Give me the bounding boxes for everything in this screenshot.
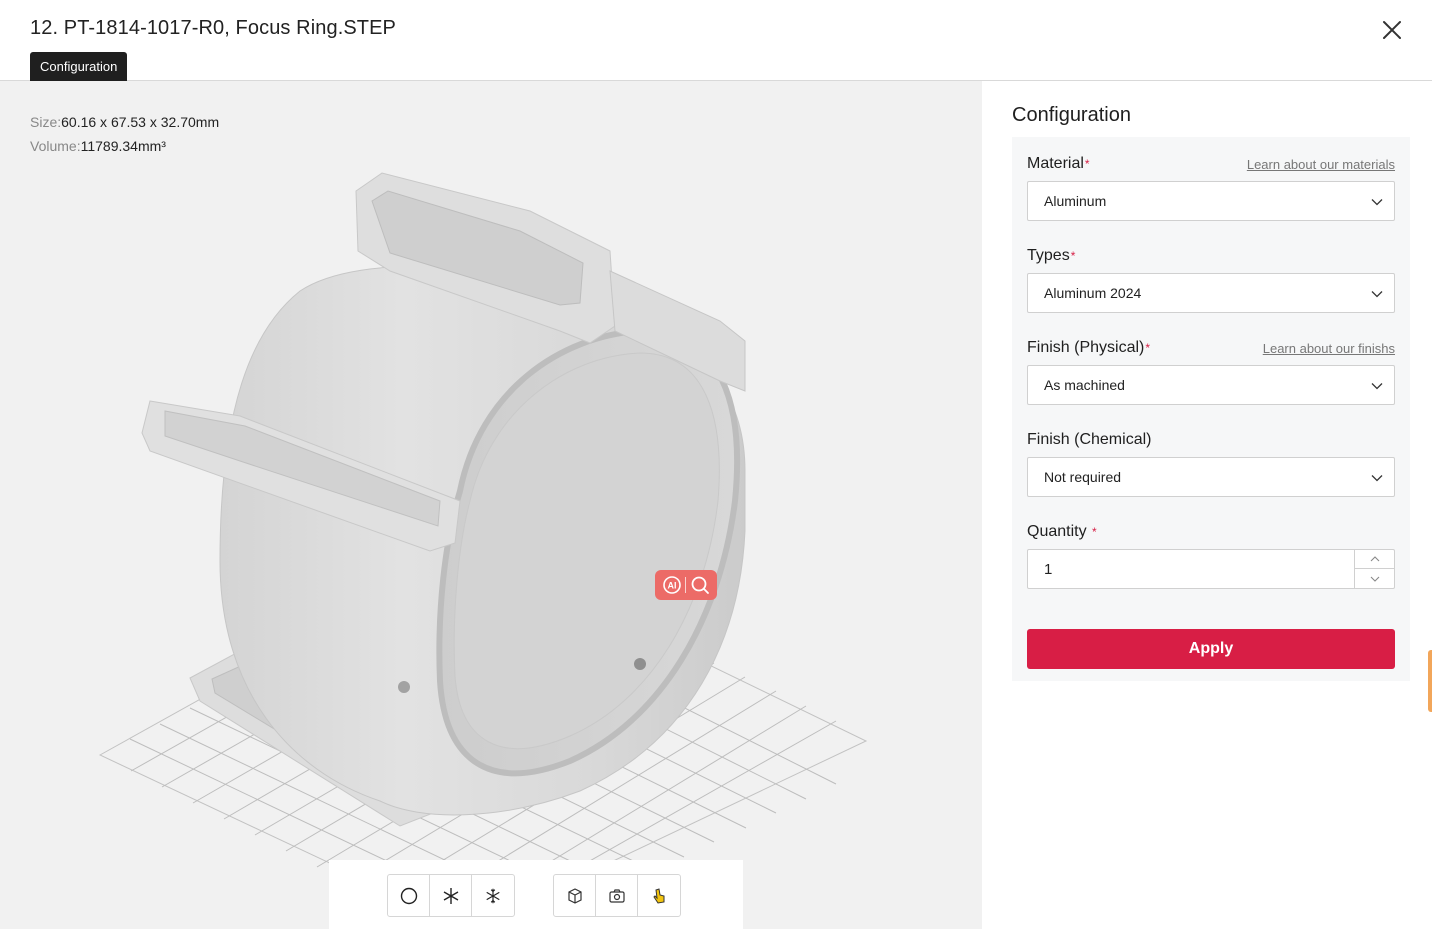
- apply-button[interactable]: Apply: [1027, 629, 1395, 669]
- configuration-card: Material* Learn about our materials Alum…: [1012, 137, 1410, 681]
- decrement-button[interactable]: [1355, 569, 1394, 588]
- chevron-up-icon: [1370, 556, 1379, 562]
- badge-divider: [685, 577, 687, 593]
- configuration-panel: Configuration Material* Learn about our …: [982, 81, 1432, 929]
- view-tools-group: [553, 874, 681, 917]
- increment-button[interactable]: [1355, 550, 1394, 569]
- asterisk-icon[interactable]: [430, 875, 472, 916]
- viewer-toolbar: [329, 860, 743, 929]
- tab-configuration[interactable]: Configuration: [30, 52, 128, 81]
- material-value: Aluminum: [1044, 193, 1107, 209]
- chevron-down-icon: [1371, 199, 1383, 206]
- quantity-stepper: [1027, 549, 1395, 589]
- 3d-model-render[interactable]: [0, 81, 982, 929]
- camera-rotate-icon[interactable]: [596, 875, 638, 916]
- cube-icon[interactable]: [554, 875, 596, 916]
- stepper-controls: [1354, 550, 1394, 588]
- quantity-input[interactable]: [1028, 550, 1355, 588]
- finish-physical-label: Finish (Physical)*: [1027, 339, 1151, 356]
- snowflake-icon[interactable]: [472, 875, 514, 916]
- learn-materials-link[interactable]: Learn about our materials: [1247, 157, 1395, 172]
- search-icon: [691, 576, 710, 594]
- material-select[interactable]: Aluminum: [1027, 181, 1395, 221]
- chevron-down-icon: [1370, 576, 1379, 582]
- learn-finishes-link[interactable]: Learn about our finishs: [1263, 341, 1395, 356]
- required-mark: *: [1070, 249, 1076, 263]
- hand-pointer-icon[interactable]: [638, 875, 680, 916]
- svg-text:AI: AI: [667, 581, 676, 591]
- chevron-down-icon: [1371, 383, 1383, 390]
- view-mode-group: [387, 874, 515, 917]
- circle-icon[interactable]: [388, 875, 430, 916]
- modal-header: 12. PT-1814-1017-R0, Focus Ring.STEP Con…: [0, 0, 1432, 81]
- side-edge-tab[interactable]: [1428, 650, 1432, 712]
- finish-physical-select[interactable]: As machined: [1027, 365, 1395, 405]
- ai-icon: AI: [663, 576, 681, 594]
- finish-physical-value: As machined: [1044, 377, 1125, 393]
- ai-search-badge[interactable]: AI: [655, 570, 717, 600]
- finish-chemical-select[interactable]: Not required: [1027, 457, 1395, 497]
- types-label: Types*: [1027, 247, 1076, 264]
- quantity-label: Quantity *: [1027, 523, 1097, 540]
- file-title: 12. PT-1814-1017-R0, Focus Ring.STEP: [30, 17, 397, 39]
- required-mark: *: [1092, 525, 1097, 539]
- types-value: Aluminum 2024: [1044, 285, 1142, 301]
- model-viewer[interactable]: Size:60.16 x 67.53 x 32.70mm Volume:1178…: [0, 81, 982, 929]
- close-icon[interactable]: [1380, 18, 1404, 42]
- panel-title: Configuration: [1012, 104, 1131, 126]
- required-mark: *: [1084, 157, 1090, 171]
- types-select[interactable]: Aluminum 2024: [1027, 273, 1395, 313]
- chevron-down-icon: [1371, 475, 1383, 482]
- chevron-down-icon: [1371, 291, 1383, 298]
- finish-chemical-value: Not required: [1044, 469, 1122, 485]
- material-label: Material*: [1027, 155, 1090, 172]
- required-mark: *: [1145, 341, 1151, 355]
- finish-chemical-label: Finish (Chemical): [1027, 431, 1152, 448]
